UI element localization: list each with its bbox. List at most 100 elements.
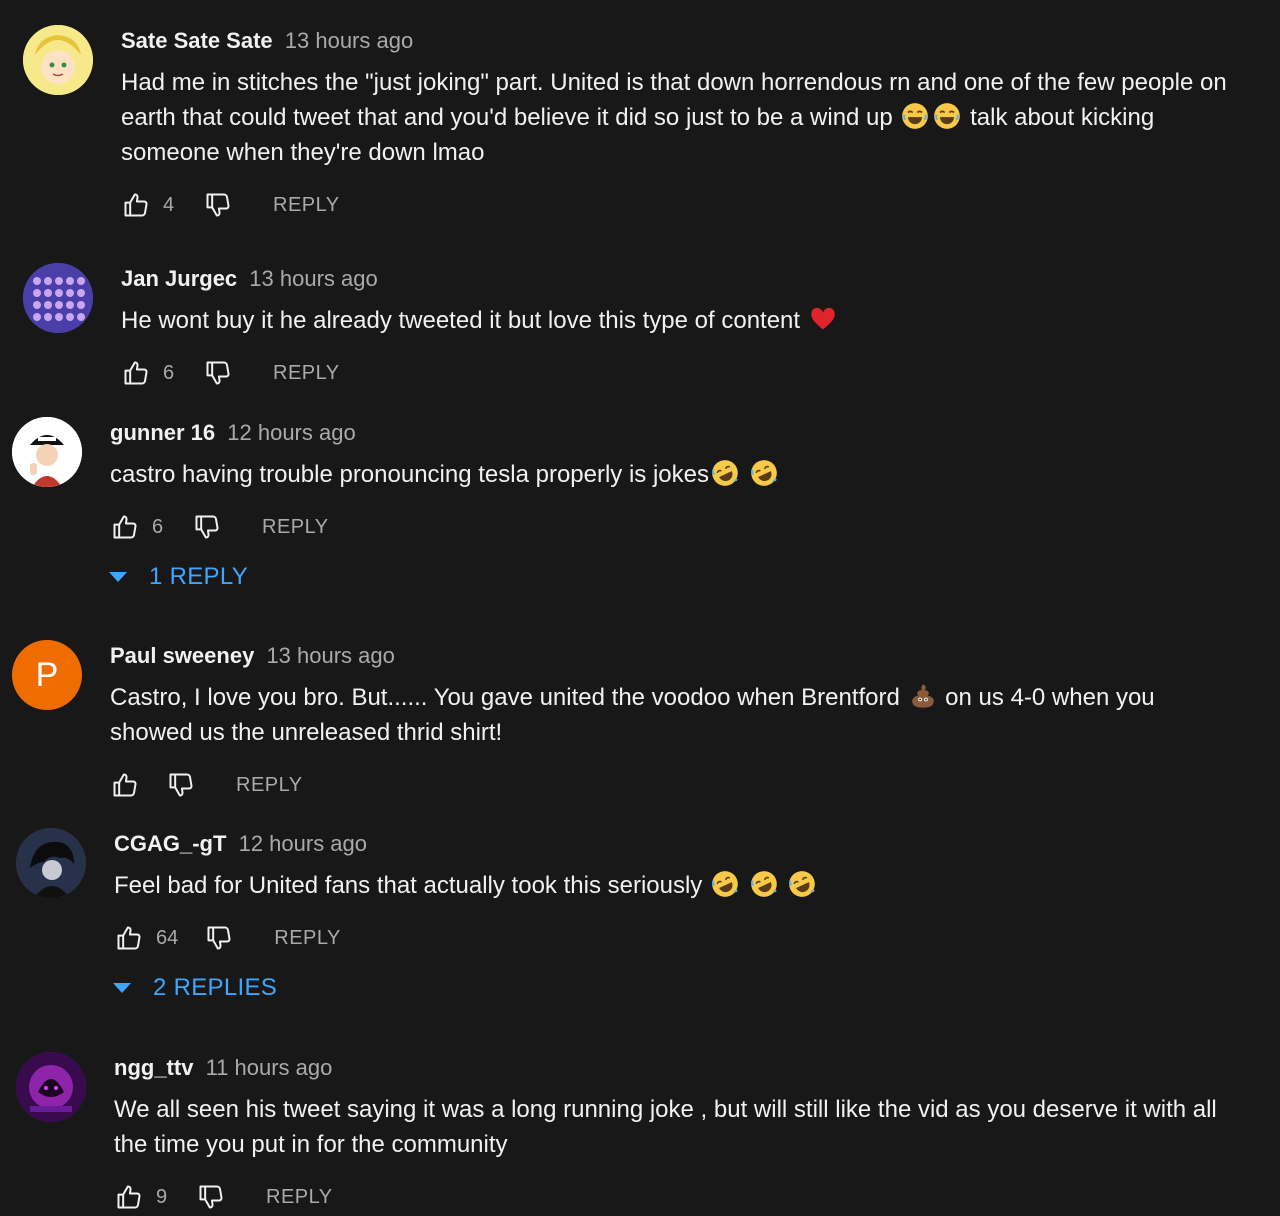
thumbs-down-icon [167, 771, 195, 799]
author-name[interactable]: Paul sweeney [110, 643, 254, 668]
like-button[interactable] [121, 190, 151, 220]
comment-text-part: He wont buy it he already tweeted it but… [121, 307, 807, 334]
avatar-image [16, 828, 86, 898]
reply-button[interactable]: REPLY [273, 194, 340, 217]
reply-button[interactable]: REPLY [274, 927, 341, 950]
thumbs-down-icon [193, 513, 221, 541]
dislike-button[interactable] [203, 358, 233, 388]
dislike-button[interactable] [204, 923, 234, 953]
view-replies-button[interactable]: 1 REPLY [109, 563, 248, 591]
avatar-image [23, 263, 93, 333]
reply-button[interactable]: REPLY [266, 1186, 333, 1209]
rofl-emoji-icon [711, 870, 739, 898]
comment-timestamp[interactable]: 11 hours ago [206, 1055, 333, 1080]
comment-timestamp[interactable]: 13 hours ago [266, 643, 394, 668]
rofl-emoji-icon [750, 870, 778, 898]
like-count: 9 [156, 1185, 168, 1208]
comment-actions: 64 REPLY [114, 920, 341, 956]
comment-actions: REPLY [110, 767, 303, 803]
caret-down-icon [109, 572, 127, 582]
pile-of-poo-emoji-icon [909, 682, 937, 710]
avatar-image [23, 25, 93, 95]
like-button[interactable] [110, 512, 140, 542]
avatar[interactable] [16, 828, 86, 898]
thumbs-up-icon [111, 771, 139, 799]
author-name[interactable]: ngg_ttv [114, 1055, 193, 1080]
comment-header: Sate Sate Sate 13 hours ago [121, 27, 1240, 55]
comment-text: castro having trouble pronouncing tesla … [110, 457, 1240, 492]
author-name[interactable]: gunner 16 [110, 420, 215, 445]
comment-body: Sate Sate Sate 13 hours ago Had me in st… [121, 27, 1240, 170]
author-name[interactable]: Jan Jurgec [121, 266, 237, 291]
caret-down-icon [113, 983, 131, 993]
author-name[interactable]: CGAG_-gT [114, 831, 226, 856]
thumbs-down-icon [204, 191, 232, 219]
avatar-letter: P [35, 655, 59, 694]
comment-actions: 9 REPLY [114, 1179, 333, 1215]
comment-body: gunner 16 12 hours ago castro having tro… [110, 419, 1240, 492]
reply-button[interactable]: REPLY [262, 516, 329, 539]
avatar[interactable] [16, 1052, 86, 1122]
thumbs-down-icon [197, 1183, 225, 1211]
comment-text: Castro, I love you bro. But...... You ga… [110, 680, 1240, 750]
comment-body: Paul sweeney 13 hours ago Castro, I love… [110, 642, 1240, 750]
author-name[interactable]: Sate Sate Sate [121, 28, 273, 53]
thumbs-up-icon [115, 1183, 143, 1211]
thumbs-up-icon [111, 513, 139, 541]
comment-timestamp[interactable]: 13 hours ago [249, 266, 377, 291]
comment-text-part: Castro, I love you bro. But...... You ga… [110, 684, 907, 711]
dislike-button[interactable] [196, 1182, 226, 1212]
dislike-button[interactable] [203, 190, 233, 220]
comment-actions: 6 REPLY [110, 509, 329, 545]
avatar[interactable] [23, 263, 93, 333]
dislike-button[interactable] [192, 512, 222, 542]
like-button[interactable] [114, 923, 144, 953]
comment-actions: 4 REPLY [121, 187, 340, 223]
comment-text: We all seen his tweet saying it was a lo… [114, 1092, 1240, 1162]
comment-text: Had me in stitches the "just joking" par… [121, 65, 1240, 170]
view-replies-label: 2 REPLIES [153, 974, 278, 1001]
comment-header: Jan Jurgec 13 hours ago [121, 265, 1240, 293]
reply-button[interactable]: REPLY [236, 774, 303, 797]
like-count: 64 [156, 926, 179, 949]
comment-header: CGAG_-gT 12 hours ago [114, 830, 1240, 858]
like-count: 4 [163, 193, 175, 216]
comment-text: Feel bad for United fans that actually t… [114, 868, 1240, 903]
view-replies-button[interactable]: 2 REPLIES [113, 974, 277, 1002]
avatar[interactable]: P [12, 640, 82, 710]
thumbs-up-icon [122, 191, 150, 219]
like-button[interactable] [121, 358, 151, 388]
reply-button[interactable]: REPLY [273, 362, 340, 385]
comment-timestamp[interactable]: 13 hours ago [285, 28, 413, 53]
comment-text: He wont buy it he already tweeted it but… [121, 303, 1240, 338]
avatar-image [16, 1052, 86, 1122]
dislike-button[interactable] [166, 770, 196, 800]
like-button[interactable] [110, 770, 140, 800]
comment-text-part: We all seen his tweet saying it was a lo… [114, 1096, 1217, 1158]
comment-actions: 6 REPLY [121, 355, 340, 391]
thumbs-down-icon [205, 924, 233, 952]
like-button[interactable] [114, 1182, 144, 1212]
like-count: 6 [152, 515, 164, 538]
like-count: 6 [163, 361, 175, 384]
rofl-emoji-icon [711, 459, 739, 487]
comment-body: Jan Jurgec 13 hours ago He wont buy it h… [121, 265, 1240, 338]
comment-header: ngg_ttv 11 hours ago [114, 1054, 1240, 1082]
comment-timestamp[interactable]: 12 hours ago [239, 831, 367, 856]
tears-of-joy-emoji-icon [901, 102, 929, 130]
view-replies-label: 1 REPLY [149, 563, 249, 590]
rofl-emoji-icon [750, 459, 778, 487]
thumbs-up-icon [122, 359, 150, 387]
thumbs-down-icon [204, 359, 232, 387]
comment-header: Paul sweeney 13 hours ago [110, 642, 1240, 670]
thumbs-up-icon [115, 924, 143, 952]
avatar-image [12, 417, 82, 487]
rofl-emoji-icon [788, 870, 816, 898]
avatar[interactable] [12, 417, 82, 487]
red-heart-emoji-icon [809, 305, 837, 333]
comment-header: gunner 16 12 hours ago [110, 419, 1240, 447]
avatar[interactable] [23, 25, 93, 95]
comment-body: CGAG_-gT 12 hours ago Feel bad for Unite… [114, 830, 1240, 903]
tears-of-joy-emoji-icon [933, 102, 961, 130]
comment-timestamp[interactable]: 12 hours ago [227, 420, 355, 445]
